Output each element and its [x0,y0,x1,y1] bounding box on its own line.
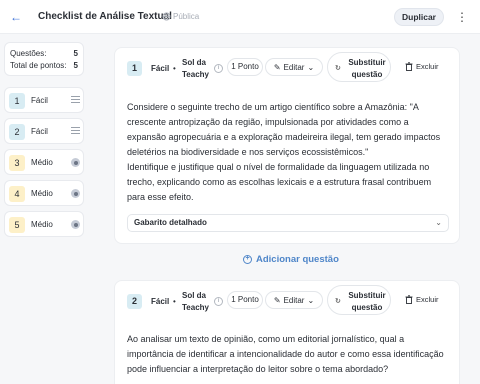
radio-icon [71,158,80,167]
swap-icon: ↻ [335,298,341,305]
top-bar: ← Checklist de Análise Textual Pública D… [0,0,480,34]
source-label: Sol da Teachy [182,291,209,312]
more-options-icon[interactable]: ⋮ [456,10,468,24]
edit-button[interactable]: ✎ Editar ⌄ [265,291,323,309]
question-number: 4 [9,186,25,202]
visibility-badge: Pública [162,12,199,21]
replace-question-button[interactable]: ↻ Substituir questão [327,285,391,315]
summary-panel: Questões: 5 Total de pontos: 5 [4,42,84,76]
sidebar-question-5[interactable]: 5 Médio [4,211,84,237]
edit-button[interactable]: ✎ Editar ⌄ [265,58,323,76]
info-icon[interactable]: i [214,297,223,306]
difficulty-label: Fácil [151,64,170,73]
source-label: Sol da Teachy [182,58,209,79]
difficulty-label: Médio [31,158,53,167]
pencil-icon: ✎ [273,295,281,305]
question-header: 1 Fácil • Sol da Teachy i 1 Ponto ✎ Edit… [127,48,449,88]
difficulty-label: Médio [31,189,53,198]
separator-dot: • [173,64,176,73]
questions-count-label: Questões: [10,49,47,58]
question-number-badge: 2 [127,294,142,309]
swap-icon: ↻ [335,65,341,72]
difficulty-label: Fácil [151,297,170,306]
question-number-badge: 1 [127,61,142,76]
question-number: 1 [9,93,25,109]
add-question-label: Adicionar questão [256,254,339,265]
sidebar-question-4[interactable]: 4 Médio [4,180,84,206]
question-number: 2 [9,124,25,140]
question-paragraph: Identifique e justifique qual o nível de… [127,162,432,202]
replace-question-button[interactable]: ↻ Substituir questão [327,52,391,82]
answer-key-dropdown[interactable]: Gabarito detalhado ⌄ [127,214,449,232]
sidebar-question-2[interactable]: 2 Fácil [4,118,84,144]
chevron-down-icon: ⌄ [307,295,315,305]
delete-label: Excluir [416,62,439,71]
separator-dot: • [173,297,176,306]
info-icon[interactable]: i [214,64,223,73]
question-paragraph: Considere o seguinte trecho de um artigo… [127,102,441,157]
question-number: 3 [9,155,25,171]
trash-icon [405,295,413,304]
page-title: Checklist de Análise Textual [38,11,172,22]
total-points-label: Total de pontos: [10,61,67,70]
points-pill[interactable]: 1 Ponto [227,291,263,309]
visibility-label: Pública [173,12,200,21]
lines-icon [71,96,80,105]
edit-label: Editar [283,62,305,72]
question-header: 2 Fácil • Sol da Teachy i 1 Ponto ✎ Edit… [127,281,449,321]
replace-label: Substituir questão [348,58,386,79]
chevron-down-icon: ⌄ [307,62,315,72]
replace-label: Substituir questão [348,291,386,312]
duplicate-button[interactable]: Duplicar [394,8,444,26]
plus-circle-icon: + [243,255,252,264]
question-card-2: 2 Fácil • Sol da Teachy i 1 Ponto ✎ Edit… [114,280,460,384]
radio-icon [71,189,80,198]
pencil-icon: ✎ [273,62,281,72]
delete-label: Excluir [416,295,439,304]
add-question-button[interactable]: + Adicionar questão [243,254,339,265]
back-arrow-icon[interactable]: ← [9,10,23,24]
sidebar-question-3[interactable]: 3 Médio [4,149,84,175]
answer-key-label: Gabarito detalhado [134,218,207,227]
sidebar-question-1[interactable]: 1 Fácil [4,87,84,113]
delete-button[interactable]: Excluir [405,295,439,304]
question-card-1: 1 Fácil • Sol da Teachy i 1 Ponto ✎ Edit… [114,47,460,244]
difficulty-label: Médio [31,220,53,229]
difficulty-label: Fácil [31,127,48,136]
question-paragraph: Ao analisar um texto de opinião, como um… [127,334,444,374]
globe-icon [162,12,171,21]
lines-icon [71,127,80,136]
question-number: 5 [9,217,25,233]
trash-icon [405,62,413,71]
points-pill[interactable]: 1 Ponto [227,58,263,76]
question-text: Ao analisar um texto de opinião, como um… [127,332,449,377]
radio-icon [71,220,80,229]
questions-count-value: 5 [73,49,78,58]
chevron-down-icon: ⌄ [435,218,442,227]
difficulty-label: Fácil [31,96,48,105]
question-text: Considere o seguinte trecho de um artigo… [127,100,449,205]
total-points-value: 5 [73,61,78,70]
delete-button[interactable]: Excluir [405,62,439,71]
edit-label: Editar [283,295,305,305]
